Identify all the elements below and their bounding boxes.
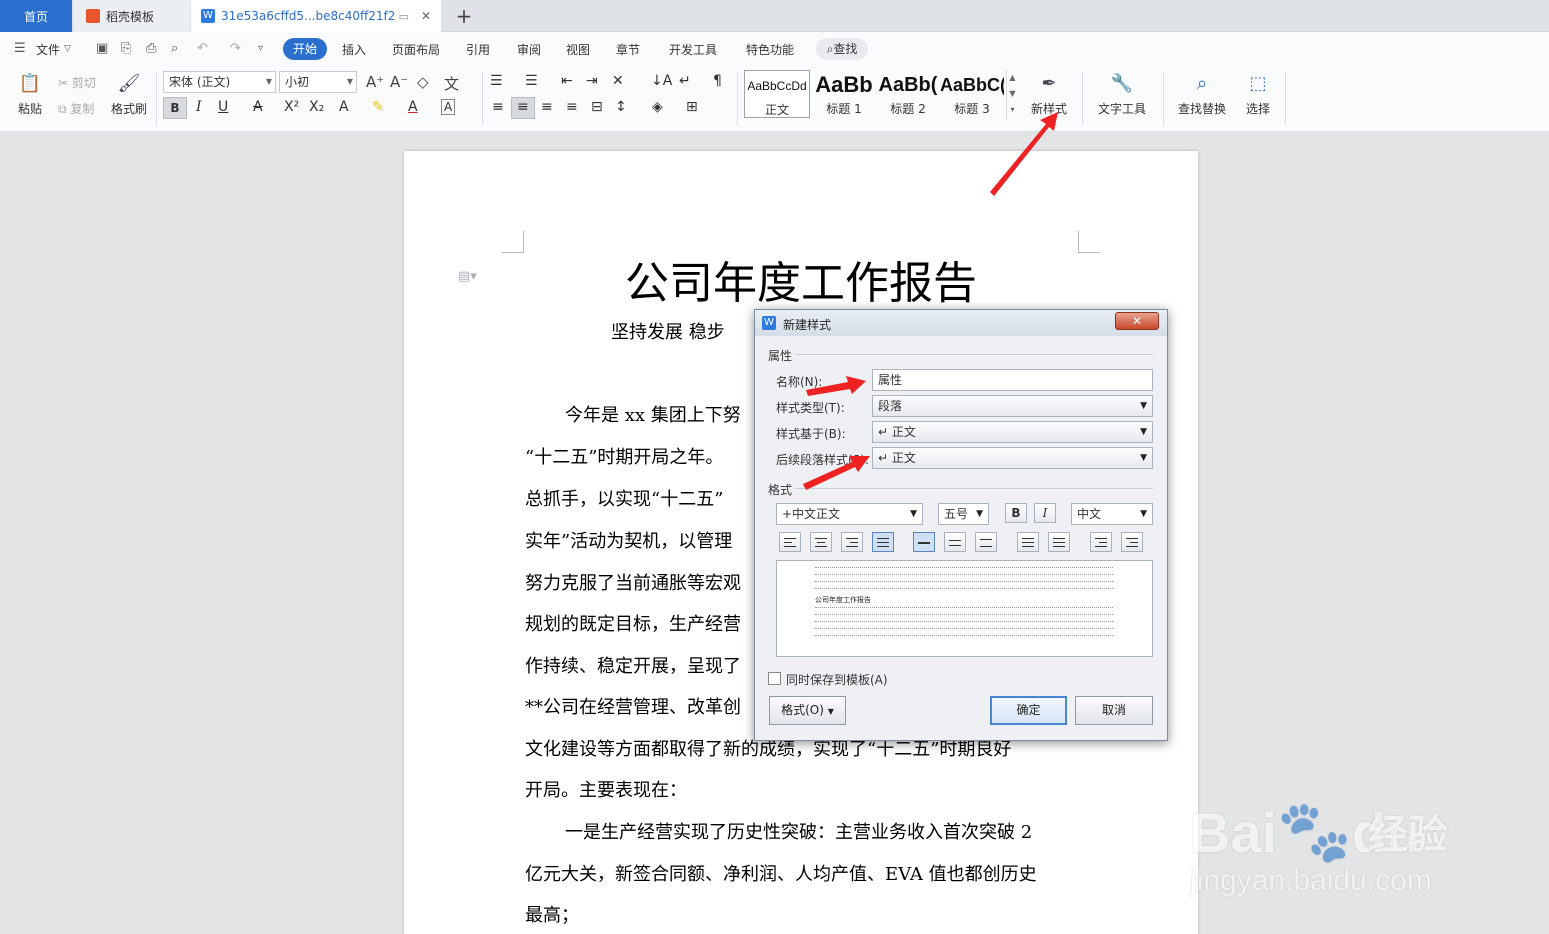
watermark-url: jingyan.baidu.com [1190,864,1432,897]
paw-icon: 🐾 [1277,798,1352,865]
arrow-to-next-style [803,456,870,490]
arrow-to-name-field [806,376,866,396]
baidu-jingyan-watermark: Bai🐾du 经验 jingyan.baidu.com [1190,766,1480,906]
watermark-brand-bai: Bai [1190,801,1278,864]
watermark-jingyan: 经验 [1368,812,1448,858]
arrow-to-new-style [990,112,1058,196]
